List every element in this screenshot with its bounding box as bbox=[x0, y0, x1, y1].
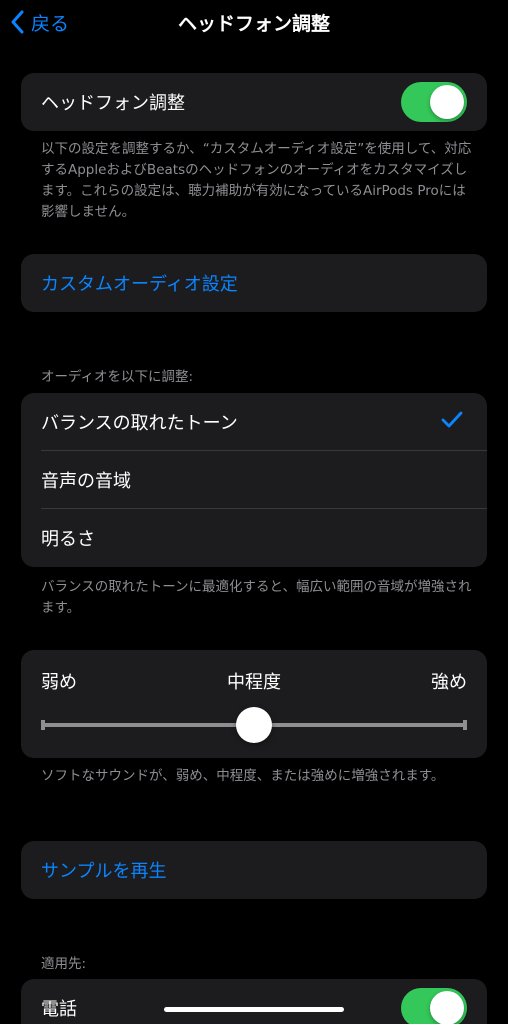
apply-row-phone: 電話 bbox=[21, 979, 487, 1024]
main-toggle-group: ヘッドフォン調整 bbox=[21, 73, 487, 131]
tune-audio-header: オーディオを以下に調整: bbox=[41, 369, 194, 385]
strength-low-label: 弱め bbox=[41, 672, 77, 693]
slider-tick-max bbox=[463, 720, 467, 730]
main-toggle-row: ヘッドフォン調整 bbox=[21, 73, 487, 131]
strength-note: ソフトなサウンドが、弱め、中程度、または強めに増強されます。 bbox=[41, 768, 445, 784]
play-sample-label: サンプルを再生 bbox=[41, 861, 167, 882]
page-title: ヘッドフォン調整 bbox=[177, 13, 330, 35]
slider-tick-min bbox=[41, 720, 45, 730]
tune-option-balanced[interactable]: バランスの取れたトーン bbox=[21, 393, 487, 451]
main-toggle-label: ヘッドフォン調整 bbox=[41, 93, 185, 114]
strength-slider-group: 弱め 中程度 強め bbox=[21, 650, 487, 758]
toggle-knob bbox=[430, 991, 464, 1024]
custom-audio-group: カスタムオーディオ設定 bbox=[21, 254, 487, 312]
play-sample-group: サンプルを再生 bbox=[21, 841, 487, 899]
main-note: 以下の設定を調整するか、“カスタムオーディオ設定”を使用して、対応するApple… bbox=[41, 141, 472, 220]
headphone-accommodations-screen: 戻る ヘッドフォン調整 ヘッドフォン調整 以下の設定を調整するか、“カスタムオー… bbox=[0, 0, 508, 1024]
phone-toggle[interactable] bbox=[401, 988, 467, 1024]
headphone-accommodations-toggle[interactable] bbox=[401, 82, 467, 122]
play-sample-button[interactable]: サンプルを再生 bbox=[21, 841, 487, 899]
apply-to-header: 適用先: bbox=[41, 956, 87, 972]
strength-slider-thumb[interactable] bbox=[236, 707, 272, 743]
tune-option-label: 明るさ bbox=[41, 529, 95, 550]
strength-high-label: 強め bbox=[431, 672, 467, 693]
navigation-bar: 戻る ヘッドフォン調整 bbox=[0, 0, 508, 44]
custom-audio-setup-label: カスタムオーディオ設定 bbox=[41, 274, 238, 295]
tune-options-group: バランスの取れたトーン 音声の音域 明るさ bbox=[21, 393, 487, 567]
checkmark-icon bbox=[441, 411, 463, 433]
tune-option-label: バランスの取れたトーン bbox=[41, 413, 238, 434]
apply-row-label: 電話 bbox=[41, 999, 77, 1020]
tune-option-vocal-range[interactable]: 音声の音域 bbox=[21, 451, 487, 509]
apply-to-group: 電話 bbox=[21, 979, 487, 1024]
strength-labels: 弱め 中程度 強め bbox=[41, 668, 467, 693]
strength-slider[interactable] bbox=[41, 707, 467, 743]
tune-note: バランスの取れたトーンに最適化すると、幅広い範囲の音域が増強されます。 bbox=[41, 579, 472, 616]
custom-audio-setup-link[interactable]: カスタムオーディオ設定 bbox=[21, 254, 487, 312]
toggle-knob bbox=[430, 85, 464, 119]
strength-mid-label: 中程度 bbox=[227, 672, 281, 693]
tune-option-brightness[interactable]: 明るさ bbox=[21, 509, 487, 567]
tune-option-label: 音声の音域 bbox=[41, 471, 131, 492]
home-indicator bbox=[164, 1007, 344, 1012]
